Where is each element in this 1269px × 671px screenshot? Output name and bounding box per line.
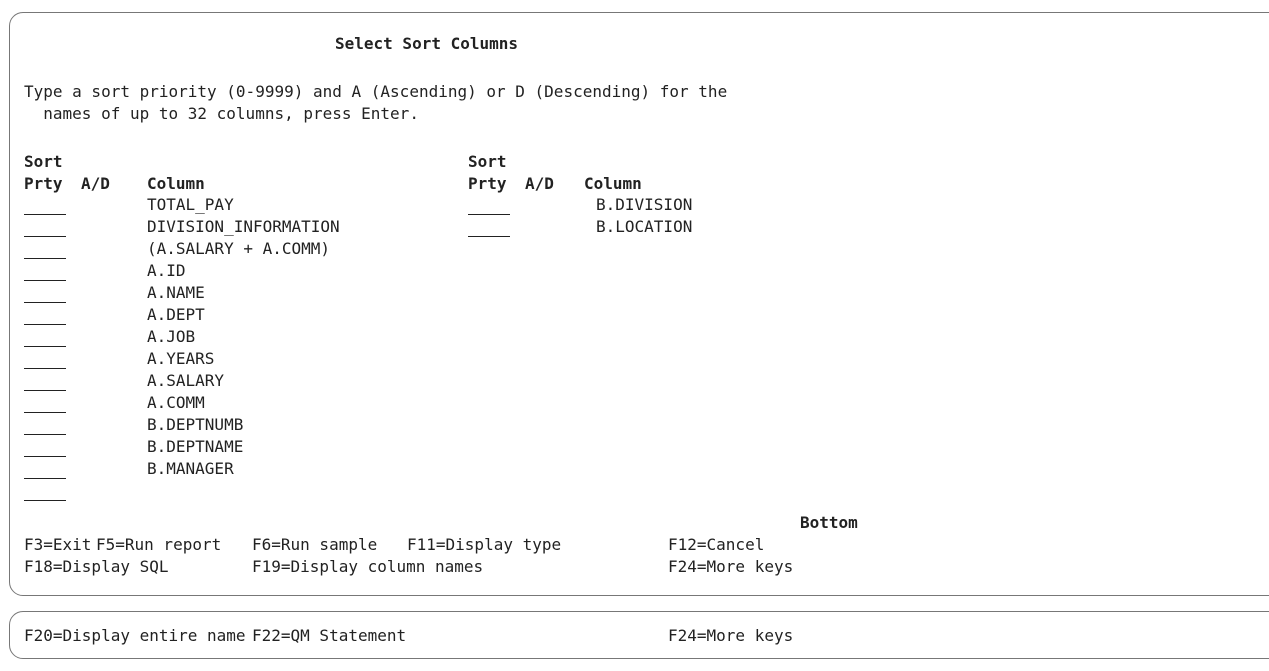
list-item: A.JOB — [10, 326, 710, 348]
instruction-line-1: Type a sort priority (0-9999) and A (Asc… — [24, 82, 728, 101]
sort-priority-field[interactable] — [24, 238, 66, 259]
list-item: A.ID — [10, 260, 710, 282]
column-name: B.MANAGER — [147, 459, 234, 478]
sort-priority-field[interactable] — [24, 304, 66, 325]
sort-priority-field[interactable] — [24, 458, 66, 479]
column-header-left: Column — [147, 174, 205, 193]
column-name: B.DEPTNAME — [147, 437, 244, 456]
sort-priority-field[interactable] — [24, 480, 66, 501]
f20-key[interactable]: F20=Display entire name — [24, 625, 246, 647]
f19-key[interactable]: F19=Display column names — [252, 556, 483, 578]
sort-header-left: Sort — [24, 152, 63, 171]
list-item — [10, 480, 710, 502]
f12-key[interactable]: F12=Cancel — [668, 534, 764, 556]
list-item: A.DEPT — [10, 304, 710, 326]
list-item: B.LOCATION — [10, 216, 710, 238]
more-keys-panel: F20=Display entire name F22=QM Statement… — [9, 611, 1269, 659]
list-item: A.COMM — [10, 392, 710, 414]
scroll-indicator: Bottom — [800, 513, 858, 532]
sort-priority-field[interactable] — [24, 436, 66, 457]
column-name: A.YEARS — [147, 349, 215, 368]
column-header-right: Column — [584, 174, 642, 193]
list-item: B.DEPTNAME — [10, 436, 710, 458]
column-name: A.NAME — [147, 283, 205, 302]
f24-key[interactable]: F24=More keys — [668, 556, 793, 578]
column-name: A.COMM — [147, 393, 205, 412]
sort-priority-field[interactable] — [24, 260, 66, 281]
list-item: (A.SALARY + A.COMM) — [10, 238, 710, 260]
column-name: A.SALARY — [147, 371, 225, 390]
sort-priority-field[interactable] — [24, 414, 66, 435]
column-name: B.DIVISION — [596, 195, 693, 214]
f6-key[interactable]: F6=Run sample — [252, 534, 377, 556]
f18-key[interactable]: F18=Display SQL — [24, 556, 169, 578]
instruction-line-2: names of up to 32 columns, press Enter. — [24, 104, 419, 123]
column-name: B.LOCATION — [596, 217, 693, 236]
column-name: (A.SALARY + A.COMM) — [147, 239, 331, 258]
sort-priority-field[interactable] — [24, 370, 66, 391]
f5-key[interactable]: F5=Run report — [96, 534, 221, 556]
f22-key[interactable]: F22=QM Statement — [252, 625, 406, 647]
column-name: A.JOB — [147, 327, 196, 346]
prty-header-left: Prty — [24, 174, 63, 193]
column-name: B.DEPTNUMB — [147, 415, 244, 434]
prty-header-right: Prty — [468, 174, 507, 193]
column-name: A.ID — [147, 261, 186, 280]
ad-header-right: A/D — [525, 174, 554, 193]
list-item: B.DIVISION — [10, 194, 710, 216]
ad-header-left: A/D — [81, 174, 110, 193]
sort-header-right: Sort — [468, 152, 507, 171]
list-item: B.MANAGER — [10, 458, 710, 480]
list-item: B.DEPTNUMB — [10, 414, 710, 436]
list-item: A.YEARS — [10, 348, 710, 370]
sort-priority-field[interactable] — [24, 326, 66, 347]
sort-priority-field[interactable] — [24, 348, 66, 369]
sort-priority-field[interactable] — [24, 282, 66, 303]
f3-key[interactable]: F3=Exit — [24, 534, 91, 556]
sort-columns-screen: Select Sort Columns Type a sort priority… — [9, 12, 1269, 596]
f24-key-more[interactable]: F24=More keys — [668, 625, 793, 647]
f11-key[interactable]: F11=Display type — [407, 534, 561, 556]
list-item: A.NAME — [10, 282, 710, 304]
sort-priority-field[interactable] — [468, 194, 510, 215]
column-name: A.DEPT — [147, 305, 205, 324]
sort-priority-field[interactable] — [468, 216, 510, 237]
list-item: A.SALARY — [10, 370, 710, 392]
sort-priority-field[interactable] — [24, 392, 66, 413]
screen-title: Select Sort Columns — [335, 34, 519, 53]
